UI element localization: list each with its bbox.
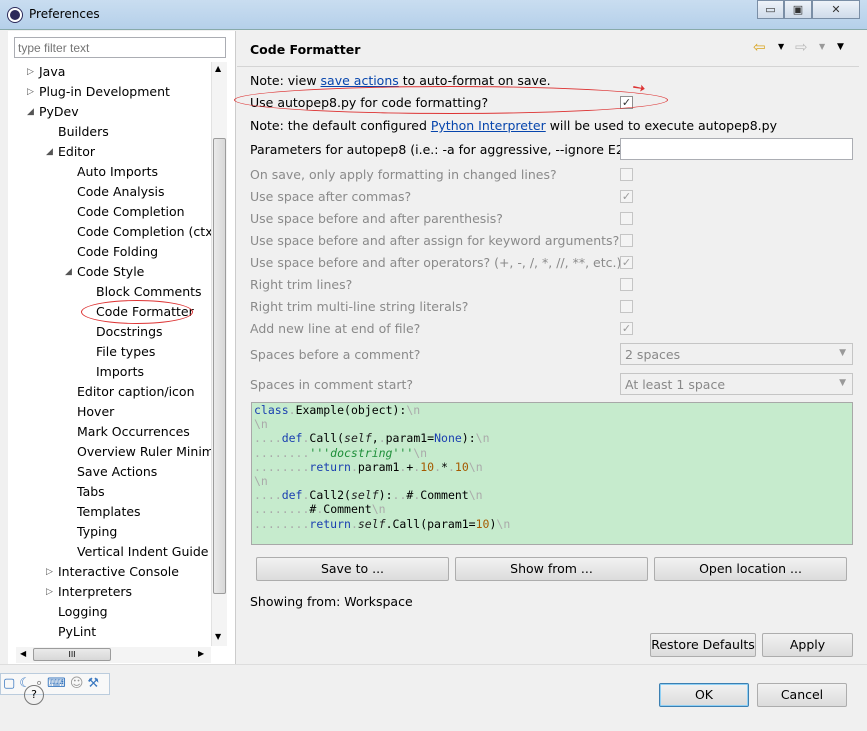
title-bar: Preferences ▭ ▣ ✕ (0, 0, 867, 30)
option-label: On save, only apply formatting in change… (250, 167, 557, 182)
chevron-down-icon: ▼ (839, 378, 846, 388)
tree-item[interactable]: Editor (58, 142, 95, 162)
ok-button[interactable]: OK (659, 683, 749, 707)
forward-icon[interactable]: ⇨ (795, 38, 808, 56)
page-header: Code Formatter ⇦ ▼ ⇨ ▼ ▼ (237, 31, 859, 67)
option-label: Right trim lines? (250, 277, 353, 292)
option-label: Right trim multi-line string literals? (250, 299, 469, 314)
collapse-arrow-icon[interactable]: ◢ (27, 107, 37, 117)
cancel-button[interactable]: Cancel (757, 683, 847, 707)
tree-item[interactable]: Templates (77, 502, 141, 522)
python-interpreter-link[interactable]: Python Interpreter (431, 118, 546, 133)
restore-defaults-button[interactable]: Restore Defaults (650, 633, 756, 657)
option-checkbox[interactable] (620, 234, 633, 247)
params-label: Parameters for autopep8 (i.e.: -a for ag… (250, 142, 637, 157)
code-preview: class.Example(object):\n \n ....def.Call… (251, 402, 853, 545)
interpreter-note: Note: the default configured Python Inte… (250, 118, 777, 133)
tree-vertical-scrollbar[interactable]: ▲ ▼ (211, 62, 227, 646)
option-checkbox[interactable] (620, 212, 633, 225)
wrench-icon[interactable]: ⚒ (87, 676, 103, 691)
back-icon[interactable]: ⇦ (753, 38, 766, 56)
tree-item[interactable]: Logging (58, 602, 108, 622)
show-from-button[interactable]: Show from ... (455, 557, 648, 581)
user-icon[interactable]: ☺ (70, 676, 88, 691)
option-checkbox[interactable]: ✓ (620, 256, 633, 269)
params-input[interactable] (620, 138, 853, 160)
tree-item[interactable]: Block Comments (96, 282, 202, 302)
spaces-before-select[interactable]: 2 spaces ▼ (620, 343, 853, 365)
window-title: Preferences (29, 7, 100, 21)
tree-item[interactable]: Plug-in Development (39, 82, 170, 102)
tree-item[interactable]: Interactive Console (58, 562, 179, 582)
spaces-before-label: Spaces before a comment? (250, 347, 421, 362)
expand-arrow-icon[interactable]: ▷ (27, 87, 37, 97)
open-location-button[interactable]: Open location ... (654, 557, 847, 581)
tree-item[interactable]: Editor caption/icon (77, 382, 195, 402)
tree-item[interactable]: Save Actions (77, 462, 157, 482)
option-label: Use space before and after operators? (+… (250, 255, 622, 270)
tree-horizontal-scrollbar[interactable]: ◀ III ▶ (16, 647, 211, 663)
tree-item[interactable]: Interpreters (58, 582, 132, 602)
tree-item[interactable]: File types (96, 342, 155, 362)
tree-item[interactable]: Vertical Indent Guide (77, 542, 209, 562)
tree-item[interactable]: Code Folding (77, 242, 158, 262)
preference-tree: ▷ Java ▷ Plug-in Development ◢ PyDev Builders ◢… (8, 62, 211, 646)
save-to-button[interactable]: Save to ... (256, 557, 449, 581)
tree-item[interactable]: Overview Ruler Minima (77, 442, 211, 462)
expand-arrow-icon[interactable]: ▷ (46, 567, 56, 577)
spaces-in-label: Spaces in comment start? (250, 377, 414, 392)
filter-input[interactable] (14, 37, 226, 58)
tree-item[interactable]: PyDev (39, 102, 79, 122)
view-menu-icon[interactable]: ▼ (837, 42, 844, 52)
help-icon[interactable]: ? (24, 685, 44, 705)
tree-item[interactable]: Mark Occurrences (77, 422, 190, 442)
scroll-thumb[interactable] (213, 138, 226, 594)
collapse-arrow-icon[interactable]: ◢ (46, 147, 56, 157)
annotation-ellipse (234, 86, 668, 114)
scroll-thumb[interactable]: III (33, 648, 111, 661)
tree-item[interactable]: Imports (96, 362, 144, 382)
back-menu-icon[interactable]: ▼ (778, 42, 784, 51)
option-checkbox[interactable] (620, 278, 633, 291)
option-label: Use space before and after assign for ke… (250, 233, 620, 248)
option-checkbox[interactable]: ✓ (620, 322, 633, 335)
option-label: Add new line at end of file? (250, 321, 421, 336)
tree-item[interactable]: Tabs (77, 482, 105, 502)
eclipse-icon (8, 8, 22, 22)
showing-from-label: Showing from: Workspace (250, 594, 413, 609)
spaces-in-select[interactable]: At least 1 space ▼ (620, 373, 853, 395)
tree-item[interactable]: Hover (77, 402, 114, 422)
option-label: Use space after commas? (250, 189, 412, 204)
maximize-button[interactable]: ▣ (784, 0, 812, 19)
toolbar-strip: ▢☾∘⌨☺⚒ (0, 673, 110, 695)
tree-item[interactable]: PyLint (58, 622, 96, 642)
annotation-ellipse (81, 300, 193, 324)
keyboard-icon[interactable]: ⌨ (47, 676, 70, 691)
option-checkbox[interactable] (620, 300, 633, 313)
tree-item[interactable]: Auto Imports (77, 162, 158, 182)
forward-menu-icon[interactable]: ▼ (819, 42, 825, 51)
window-icon[interactable]: ▢ (3, 676, 19, 691)
page-title: Code Formatter (250, 42, 361, 57)
tree-item[interactable]: Code Completion (77, 202, 185, 222)
tree-item[interactable]: Code Completion (ctx i (77, 222, 211, 242)
expand-arrow-icon[interactable]: ▷ (27, 67, 37, 77)
apply-button[interactable]: Apply (762, 633, 853, 657)
tree-item[interactable]: Code Analysis (77, 182, 164, 202)
tree-item[interactable]: Docstrings (96, 322, 163, 342)
chevron-down-icon: ▼ (839, 348, 846, 358)
collapse-arrow-icon[interactable]: ◢ (65, 267, 75, 277)
option-checkbox[interactable] (620, 168, 633, 181)
minimize-button[interactable]: ▭ (757, 0, 784, 19)
tree-item[interactable]: Builders (58, 122, 109, 142)
expand-arrow-icon[interactable]: ▷ (46, 587, 56, 597)
option-label: Use space before and after parenthesis? (250, 211, 503, 226)
dialog-footer: ▢☾∘⌨☺⚒ ? OK Cancel (0, 664, 867, 731)
tree-item[interactable]: Typing (77, 522, 117, 542)
close-button[interactable]: ✕ (812, 0, 860, 19)
tree-item[interactable]: Java (39, 62, 65, 82)
tree-item[interactable]: Code Style (77, 262, 144, 282)
option-checkbox[interactable]: ✓ (620, 190, 633, 203)
